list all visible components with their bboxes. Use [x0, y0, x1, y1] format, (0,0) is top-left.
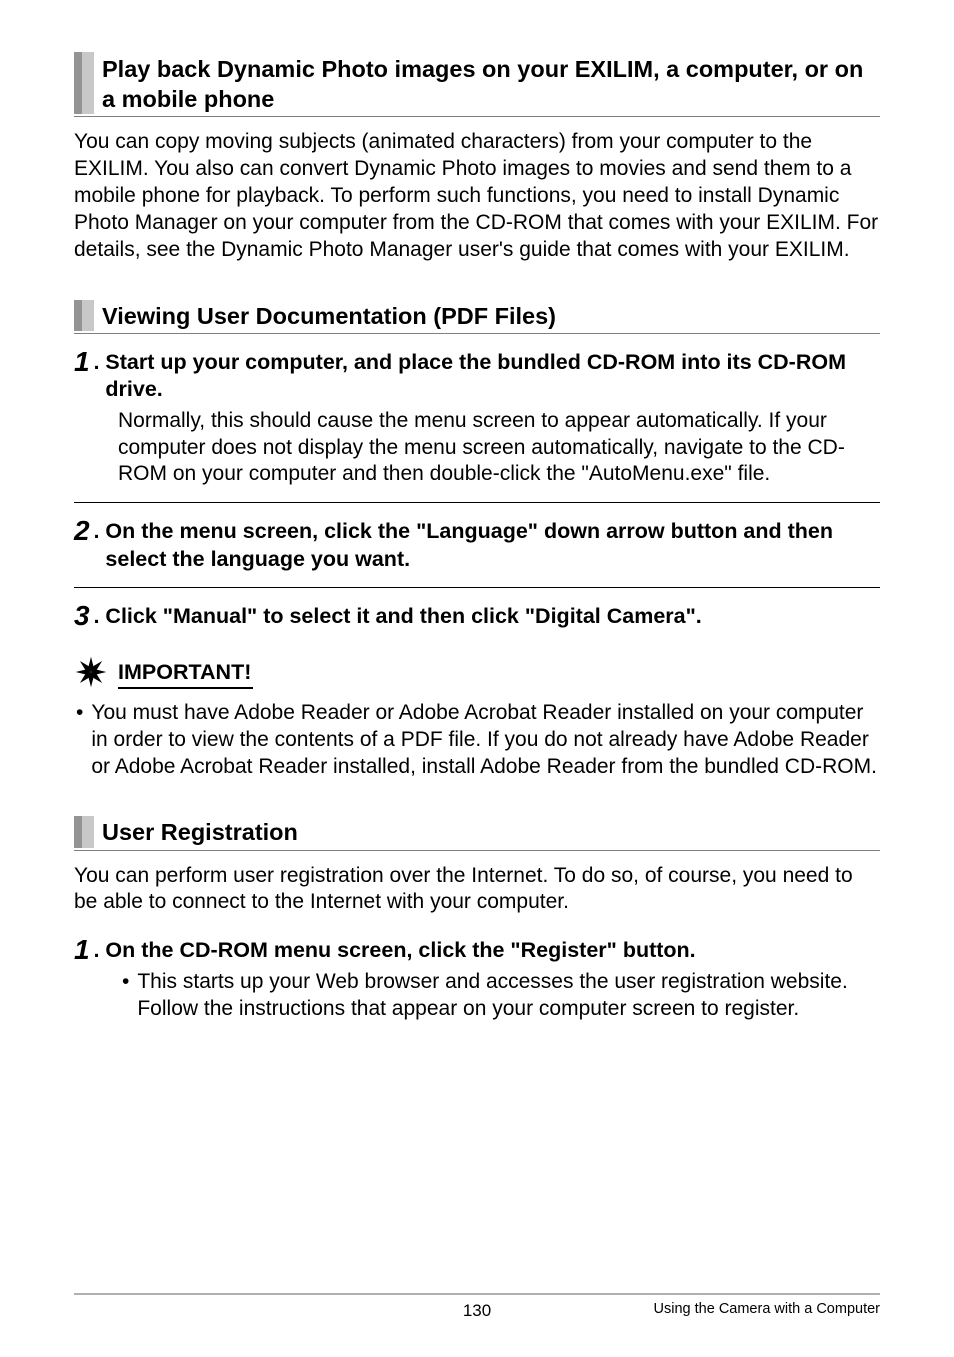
- heading-viewing-docs: Viewing User Documentation (PDF Files): [74, 300, 880, 334]
- important-icon: [74, 655, 108, 694]
- step-title: On the menu screen, click the "Language"…: [105, 518, 880, 573]
- step-number: 1: [74, 936, 94, 964]
- chapter-title: Using the Camera with a Computer: [614, 1301, 880, 1317]
- step-divider: [74, 502, 880, 503]
- section3-body: You can perform user registration over t…: [74, 863, 880, 917]
- important-body: You must have Adobe Reader or Adobe Acro…: [91, 700, 880, 781]
- step-sub-bullet: • This starts up your Web browser and ac…: [120, 969, 880, 1023]
- step-head: 3. Click "Manual" to select it and then …: [74, 600, 880, 631]
- step-title: Start up your computer, and place the bu…: [105, 349, 880, 404]
- step-title: Click "Manual" to select it and then cli…: [105, 603, 701, 631]
- step-number: 3: [74, 602, 94, 630]
- important-label: IMPORTANT!: [118, 660, 253, 689]
- heading-text: Viewing User Documentation (PDF Files): [102, 300, 556, 331]
- heading-user-registration: User Registration: [74, 816, 880, 850]
- step-dot: .: [94, 605, 106, 629]
- step-3: 3. Click "Manual" to select it and then …: [74, 600, 880, 631]
- step-1: 1. Start up your computer, and place the…: [74, 346, 880, 489]
- bullet-dot: •: [74, 700, 91, 781]
- step-dot: .: [94, 939, 106, 963]
- heading-bar-light: [82, 816, 94, 847]
- step-dot: .: [94, 520, 106, 544]
- section1-body: You can copy moving subjects (animated c…: [74, 129, 880, 263]
- step-head: 1. On the CD-ROM menu screen, click the …: [74, 934, 880, 965]
- important-callout: IMPORTANT!: [74, 655, 880, 694]
- step-sub-text: This starts up your Web browser and acce…: [137, 969, 880, 1023]
- step-number: 2: [74, 517, 94, 545]
- step-number: 1: [74, 348, 94, 376]
- heading-bar-light: [82, 52, 94, 114]
- step-title: On the CD-ROM menu screen, click the "Re…: [105, 937, 695, 965]
- heading-bar-dark: [74, 52, 82, 114]
- step-dot: .: [94, 351, 106, 375]
- step-body: Normally, this should cause the menu scr…: [118, 408, 880, 489]
- step-head: 1. Start up your computer, and place the…: [74, 346, 880, 404]
- important-bullet: • You must have Adobe Reader or Adobe Ac…: [74, 700, 880, 781]
- heading-bar-light: [82, 300, 94, 331]
- step-divider: [74, 587, 880, 588]
- bullet-dot: •: [120, 969, 137, 1023]
- page-footer: 130 Using the Camera with a Computer: [74, 1293, 880, 1321]
- step-head: 2. On the menu screen, click the "Langua…: [74, 515, 880, 573]
- heading-text: User Registration: [102, 816, 298, 847]
- page-number: 130: [344, 1301, 610, 1321]
- heading-text: Play back Dynamic Photo images on your E…: [102, 52, 880, 114]
- heading-playback: Play back Dynamic Photo images on your E…: [74, 52, 880, 117]
- heading-bar-dark: [74, 816, 82, 847]
- step-register: 1. On the CD-ROM menu screen, click the …: [74, 934, 880, 1022]
- step-2: 2. On the menu screen, click the "Langua…: [74, 515, 880, 573]
- heading-bar-dark: [74, 300, 82, 331]
